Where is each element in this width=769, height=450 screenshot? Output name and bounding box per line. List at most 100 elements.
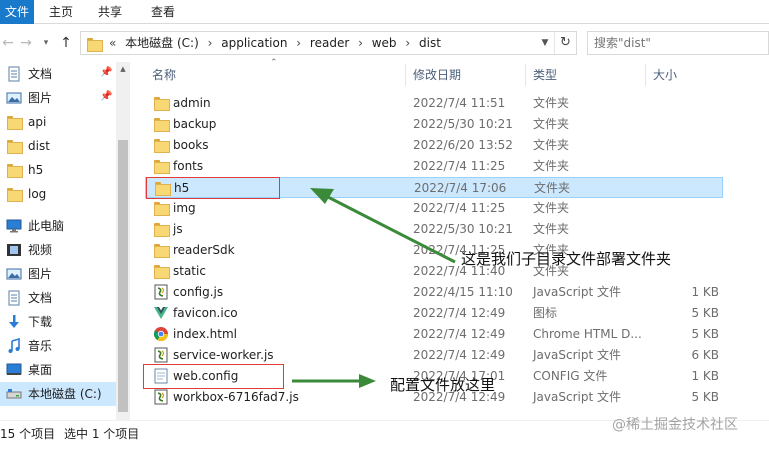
- sidebar-item[interactable]: 音乐: [0, 334, 116, 358]
- pin-icon[interactable]: 📌: [100, 91, 112, 102]
- breadcrumb-item-application[interactable]: application: [221, 36, 287, 50]
- breadcrumb-item-reader[interactable]: reader: [310, 36, 349, 50]
- file-type: 文件夹: [534, 181, 571, 195]
- file-modified-date: 2022/7/4 12:49: [413, 348, 506, 362]
- file-size: 5 KB: [691, 306, 719, 320]
- column-divider[interactable]: [645, 64, 646, 86]
- refresh-icon[interactable]: ↻: [554, 32, 576, 54]
- sidebar-item[interactable]: 视频: [0, 238, 116, 262]
- breadcrumb-overflow[interactable]: «: [109, 36, 116, 50]
- file-row[interactable]: service-worker.js 2022/7/4 12:49 JavaScrip…: [145, 345, 723, 366]
- nav-scrollbar[interactable]: ▲: [116, 62, 130, 420]
- sidebar-item[interactable]: 文档 📌: [0, 62, 116, 86]
- sidebar-item[interactable]: dist: [0, 134, 116, 158]
- arrow-up-icon[interactable]: ↑: [58, 33, 74, 53]
- file-row[interactable]: fonts 2022/7/4 11:25 文件夹: [145, 156, 723, 177]
- search-input[interactable]: [594, 34, 764, 52]
- file-name: img: [173, 201, 196, 215]
- sidebar-item[interactable]: log: [0, 182, 116, 206]
- file-row[interactable]: config.js 2022/4/15 11:10 JavaScript 文件 1 K…: [145, 282, 723, 303]
- breadcrumb-separator: ›: [207, 36, 213, 50]
- sidebar-item-label: 图片: [28, 91, 53, 105]
- sidebar-item[interactable]: 文档: [0, 286, 116, 310]
- annotation-h5-note: 这是我们子目录文件部署文件夹: [461, 250, 672, 268]
- address-history-icon[interactable]: ▼: [538, 32, 552, 54]
- file-modified-date: 2022/7/4 11:25: [413, 159, 506, 173]
- tab-view[interactable]: 查看: [148, 0, 178, 24]
- file-modified-date: 2022/5/30 10:21: [413, 222, 513, 236]
- folder-icon: [6, 138, 23, 154]
- file-name: books: [173, 138, 209, 152]
- column-header-size[interactable]: 大小: [653, 62, 677, 88]
- file-modified-date: 2022/6/20 13:52: [413, 138, 513, 152]
- sidebar-item[interactable]: h5: [0, 158, 116, 182]
- sidebar-item[interactable]: 此电脑: [0, 214, 116, 238]
- breadcrumb-item-web[interactable]: web: [372, 36, 397, 50]
- file-type: 文件夹: [533, 138, 570, 152]
- sidebar-item[interactable]: 桌面: [0, 358, 116, 382]
- file-name: index.html: [173, 327, 237, 341]
- sidebar-item[interactable]: 图片 📌: [0, 86, 116, 110]
- column-divider[interactable]: [525, 64, 526, 86]
- arrow-right-icon[interactable]: →: [18, 33, 34, 53]
- file-name: static: [173, 264, 206, 278]
- sidebar-item-label: 桌面: [28, 363, 53, 377]
- tab-home[interactable]: 主页: [46, 0, 76, 24]
- pin-icon[interactable]: 📌: [100, 67, 112, 78]
- file-row[interactable]: books 2022/6/20 13:52 文件夹: [145, 135, 723, 156]
- file-modified-date: 2022/7/4 12:49: [413, 327, 506, 341]
- file-modified-date: 2022/7/4 11:51: [413, 96, 506, 110]
- file-modified-date: 2022/5/30 10:21: [413, 117, 513, 131]
- file-size: [645, 114, 719, 135]
- file-type: JavaScript 文件: [533, 285, 621, 299]
- file-size: [645, 135, 719, 156]
- file-modified-date: 2022/7/4 17:06: [414, 181, 507, 195]
- folder-icon: [153, 158, 170, 174]
- column-header-name[interactable]: 名称: [152, 62, 176, 88]
- file-name: service-worker.js: [173, 348, 274, 362]
- file-row[interactable]: favicon.ico 2022/7/4 12:49 图标 5 KB: [145, 303, 723, 324]
- file-size: 6 KB: [691, 348, 719, 362]
- scroll-up-icon[interactable]: ▲: [116, 62, 130, 76]
- column-divider[interactable]: [405, 64, 406, 86]
- folder-icon: [153, 242, 170, 258]
- sidebar-item[interactable]: api: [0, 110, 116, 134]
- sidebar-item[interactable]: 下载: [0, 310, 116, 334]
- tab-file[interactable]: 文件: [0, 0, 34, 24]
- scrollbar-thumb[interactable]: [118, 140, 128, 412]
- tab-share[interactable]: 共享: [95, 0, 125, 24]
- chrome-icon: [153, 326, 169, 342]
- file-row[interactable]: img 2022/7/4 11:25 文件夹: [145, 198, 723, 219]
- column-header-date[interactable]: 修改日期: [413, 62, 461, 88]
- file-row[interactable]: admin 2022/7/4 11:51 文件夹: [145, 93, 723, 114]
- file-row[interactable]: backup 2022/5/30 10:21 文件夹: [145, 114, 723, 135]
- file-name: admin: [173, 96, 211, 110]
- folder-icon: [6, 114, 23, 130]
- breadcrumb-item-dist[interactable]: dist: [419, 36, 441, 50]
- address-row: ← → ▾ ↑ « 本地磁盘 (C:) › application › read…: [0, 24, 769, 62]
- address-bar[interactable]: « 本地磁盘 (C:) › application › reader › web…: [80, 31, 577, 55]
- file-row[interactable]: js 2022/5/30 10:21 文件夹: [145, 219, 723, 240]
- sidebar-item[interactable]: 本地磁盘 (C:): [0, 382, 116, 406]
- file-name: readerSdk: [173, 243, 235, 257]
- file-size: 5 KB: [691, 327, 719, 341]
- breadcrumb-item-drive[interactable]: 本地磁盘 (C:): [125, 36, 199, 50]
- arrow-left-icon[interactable]: ←: [0, 33, 16, 53]
- file-size: [645, 93, 719, 114]
- javascript-file-icon: [153, 389, 169, 405]
- file-type: 文件夹: [533, 159, 570, 173]
- file-size: [645, 219, 719, 240]
- column-header-type[interactable]: 类型: [533, 62, 557, 88]
- file-name: backup: [173, 117, 217, 131]
- sidebar-item-label: dist: [28, 139, 50, 153]
- ribbon-tabs: 文件 主页 共享 查看: [0, 0, 769, 24]
- file-row[interactable]: index.html 2022/7/4 12:49 Chrome HTML D...…: [145, 324, 723, 345]
- sidebar-item-label: 文档: [28, 291, 53, 305]
- videos-icon: [6, 242, 22, 258]
- music-icon: [6, 337, 22, 354]
- sidebar-item[interactable]: 图片: [0, 262, 116, 286]
- file-size: [645, 198, 719, 219]
- chevron-down-icon[interactable]: ▾: [38, 33, 54, 53]
- search-box[interactable]: [587, 31, 769, 55]
- file-type: JavaScript 文件: [533, 348, 621, 362]
